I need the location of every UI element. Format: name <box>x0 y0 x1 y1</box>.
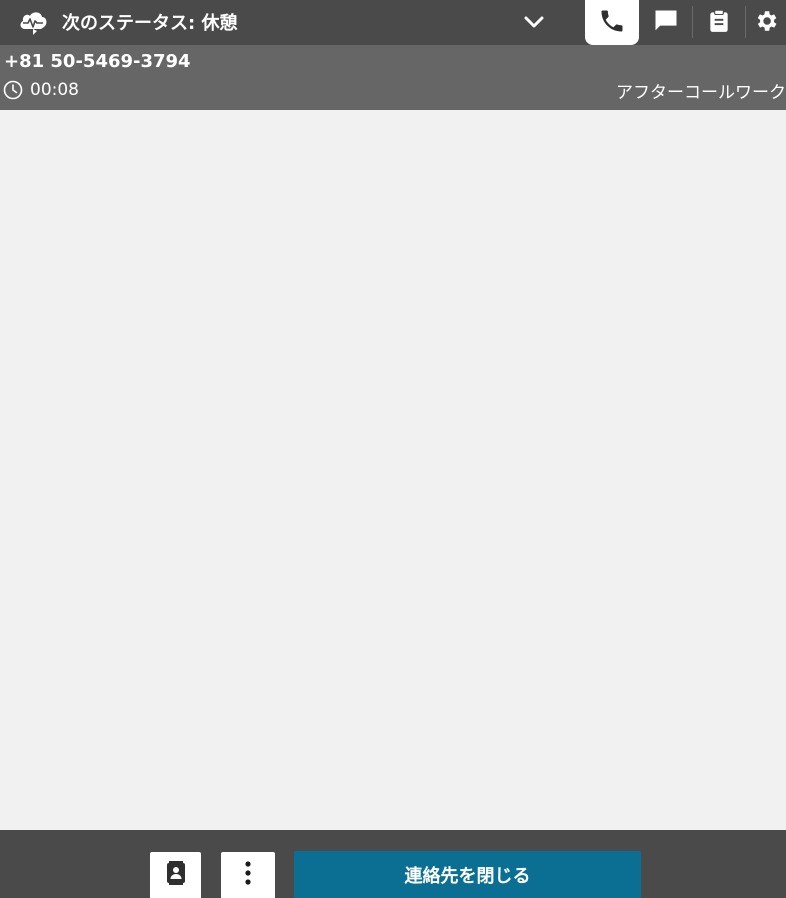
tab-phone[interactable] <box>585 0 639 45</box>
more-vertical-icon <box>244 860 252 890</box>
cloud-heartbeat-icon <box>17 7 49 37</box>
top-navigation-bar: 次のステータス: 休憩 <box>0 0 786 45</box>
tab-divider <box>692 6 693 38</box>
contact-content-area <box>0 110 786 830</box>
chevron-down-icon[interactable] <box>520 9 548 35</box>
more-options-button[interactable] <box>221 852 275 898</box>
next-status-label: 次のステータス: 休憩 <box>62 13 238 34</box>
contact-book-icon <box>165 860 187 890</box>
gear-icon <box>753 8 779 38</box>
call-timer: 00:08 <box>30 80 79 100</box>
tab-chat[interactable] <box>640 0 692 45</box>
quick-connects-button[interactable] <box>150 852 201 898</box>
contact-phone-number: +81 50-5469-3794 <box>4 51 191 72</box>
clipboard-icon <box>706 8 732 38</box>
contact-state-label: アフターコールワーク <box>616 83 786 103</box>
contact-info-bar: +81 50-5469-3794 00:08 アフターコールワーク <box>0 45 786 110</box>
close-contact-button[interactable]: 連絡先を閉じる <box>294 851 641 898</box>
footer-action-bar: 連絡先を閉じる <box>0 830 786 898</box>
phone-icon <box>598 7 626 39</box>
clock-icon <box>3 80 23 100</box>
tab-tasks[interactable] <box>694 0 744 45</box>
tab-settings[interactable] <box>746 0 786 45</box>
chat-icon <box>652 7 680 39</box>
